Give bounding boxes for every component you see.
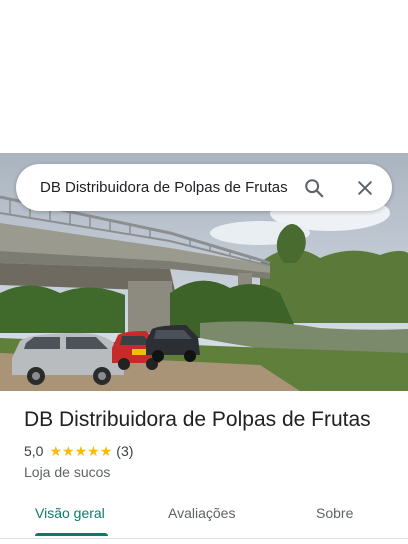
active-tab-indicator xyxy=(35,533,108,536)
tab-about[interactable]: Sobre xyxy=(316,505,353,521)
star-icon: ★ xyxy=(87,443,100,459)
tab-bar: Visão geral Avaliações Sobre xyxy=(0,490,408,538)
search-input[interactable]: DB Distribuidora de Polpas de Frutas xyxy=(40,179,292,196)
close-icon[interactable] xyxy=(349,172,381,204)
star-rating: ★ ★ ★ ★ ★ xyxy=(49,444,112,458)
rating-value: 5,0 xyxy=(24,443,44,459)
search-bar[interactable]: DB Distribuidora de Polpas de Frutas xyxy=(16,164,392,211)
review-count[interactable]: (3) xyxy=(116,443,133,459)
place-category[interactable]: Loja de sucos xyxy=(24,464,110,480)
star-icon: ★ xyxy=(74,443,88,459)
star-icon: ★ xyxy=(49,443,63,459)
star-icon: ★ xyxy=(62,443,75,459)
rating-row[interactable]: 5,0 ★ ★ ★ ★ ★ (3) xyxy=(24,443,133,459)
tab-overview[interactable]: Visão geral xyxy=(35,505,105,521)
tab-reviews[interactable]: Avaliações xyxy=(168,505,235,521)
place-title: DB Distribuidora de Polpas de Frutas xyxy=(24,408,371,431)
search-icon[interactable] xyxy=(298,172,330,204)
star-icon: ★ xyxy=(99,443,113,459)
divider xyxy=(0,538,408,539)
